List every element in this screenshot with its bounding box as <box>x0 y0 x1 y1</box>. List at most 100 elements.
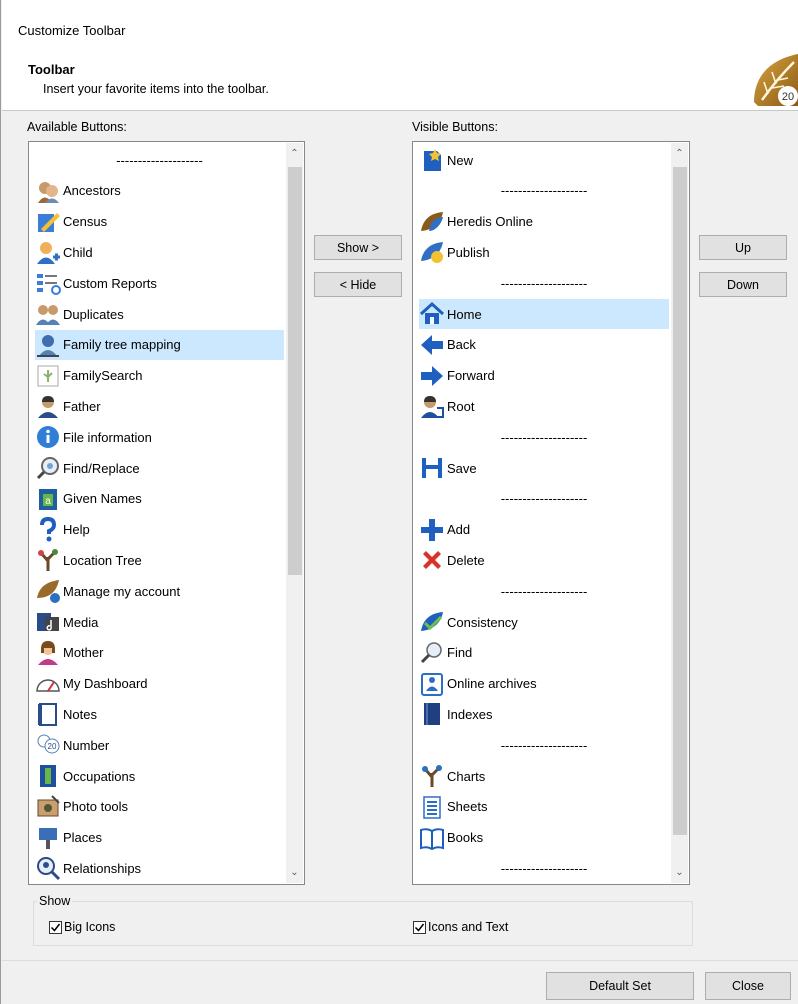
list-item[interactable]: Custom Reports <box>35 268 284 298</box>
delete-icon <box>419 547 445 573</box>
sheets-icon <box>419 794 445 820</box>
list-item[interactable]: Relationships <box>35 853 284 883</box>
list-item[interactable]: Father <box>35 391 284 421</box>
list-item[interactable]: Duplicates <box>35 299 284 329</box>
list-item[interactable]: Occupations <box>35 761 284 791</box>
window-title: Customize Toolbar <box>18 23 126 38</box>
big-icons-checkbox[interactable]: Big Icons <box>49 920 115 934</box>
list-item-label: Family tree mapping <box>63 337 181 353</box>
visible-buttons-list[interactable]: New -------------------- Heredis Online Pub… <box>412 141 690 885</box>
list-item[interactable]: Online archives <box>419 669 669 699</box>
help-icon <box>35 516 61 543</box>
list-item[interactable]: Save <box>419 453 669 483</box>
visible-scrollbar[interactable]: ⌃ ⌄ <box>671 143 688 883</box>
header-subtitle: Insert your favorite items into the tool… <box>43 82 269 96</box>
list-item[interactable]: Indexes <box>419 699 669 729</box>
list-item[interactable]: Photo tools <box>35 792 284 822</box>
list-item[interactable]: Census <box>35 207 284 237</box>
customize-toolbar-dialog: Customize Toolbar Toolbar Insert your fa… <box>0 0 798 1004</box>
close-button[interactable]: Close <box>705 972 791 1000</box>
list-item[interactable]: Root <box>419 391 669 421</box>
list-item[interactable]: New <box>419 145 669 175</box>
list-item[interactable]: Help <box>35 515 284 545</box>
list-item-label: Mother <box>63 645 104 661</box>
list-item-label: Given Names <box>63 491 142 507</box>
list-item[interactable]: Mother <box>35 638 284 668</box>
indexes-icon <box>419 701 445 727</box>
list-item[interactable]: Delete <box>419 545 669 575</box>
down-button[interactable]: Down <box>699 272 787 297</box>
list-item[interactable]: Add <box>419 515 669 545</box>
list-item-label: Delete <box>447 552 485 568</box>
list-item[interactable]: Back <box>419 330 669 360</box>
list-item[interactable]: Charts <box>419 761 669 791</box>
list-item[interactable]: Find/Replace <box>35 453 284 483</box>
list-item[interactable]: Publish <box>419 237 669 267</box>
show-button[interactable]: Show > <box>314 235 402 260</box>
add-icon <box>419 517 445 543</box>
dashboard-icon <box>35 671 61 697</box>
list-item-label: -------------------- <box>500 275 588 291</box>
separator-item[interactable]: -------------------- <box>419 576 669 606</box>
manage-account-icon <box>35 578 61 604</box>
separator-item[interactable]: -------------------- <box>419 484 669 514</box>
list-item[interactable]: Books <box>419 823 669 853</box>
mother-icon <box>35 640 61 666</box>
list-item-label: Publish <box>447 244 490 260</box>
checkbox-box[interactable] <box>413 920 426 934</box>
list-item-label: Charts <box>447 768 486 784</box>
list-item[interactable]: Media <box>35 607 284 637</box>
list-item[interactable]: 20 Number <box>35 730 284 760</box>
list-item[interactable]: My Dashboard <box>35 669 284 699</box>
icons-and-text-checkbox[interactable]: Icons and Text <box>413 920 508 934</box>
list-item-label: Indexes <box>447 706 493 722</box>
list-item[interactable]: Sheets <box>419 792 669 822</box>
list-item[interactable]: a Given Names <box>35 484 284 514</box>
scroll-thumb[interactable] <box>673 167 687 835</box>
list-item-label: Location Tree <box>63 552 142 568</box>
separator-item[interactable]: -------------------- <box>419 176 669 206</box>
list-item[interactable]: FamilySearch <box>35 361 284 391</box>
list-item[interactable]: Home <box>419 299 669 329</box>
default-set-button[interactable]: Default Set <box>546 972 694 1000</box>
separator-item[interactable]: -------------------- <box>419 853 669 883</box>
familysearch-icon <box>35 363 61 389</box>
list-item[interactable]: Consistency <box>419 607 669 637</box>
checkbox-box[interactable] <box>49 920 62 934</box>
list-item[interactable]: Notes <box>35 699 284 729</box>
hide-button[interactable]: < Hide <box>314 272 402 297</box>
list-item-label: Help <box>63 522 90 538</box>
scroll-down-arrow-icon[interactable]: ⌄ <box>286 864 303 881</box>
child-icon <box>35 239 61 265</box>
separator-item[interactable]: -------------------- <box>419 422 669 452</box>
list-item[interactable]: Places <box>35 823 284 853</box>
scroll-down-arrow-icon[interactable]: ⌄ <box>671 864 688 881</box>
available-scrollbar[interactable]: ⌃ ⌄ <box>286 143 303 883</box>
file-information-icon <box>35 424 61 450</box>
list-item[interactable]: Family tree mapping <box>35 329 284 360</box>
save-icon <box>419 455 445 481</box>
scroll-up-arrow-icon[interactable]: ⌃ <box>671 145 688 162</box>
available-buttons-label: Available Buttons: <box>27 120 127 134</box>
list-item[interactable]: Child <box>35 237 284 267</box>
list-item-label: Find <box>447 645 473 661</box>
footer-divider <box>2 960 798 961</box>
list-item[interactable]: Heredis Online <box>419 207 669 237</box>
separator-item[interactable]: -------------------- <box>419 730 669 760</box>
list-item-label: -------------------- <box>500 860 588 876</box>
separator-item[interactable]: -------------------- <box>419 268 669 298</box>
root-icon <box>419 393 445 419</box>
list-item-label: Sheets <box>447 799 488 815</box>
list-item[interactable]: Location Tree <box>35 545 284 575</box>
available-buttons-list[interactable]: -------------------- Ancestors Census Child… <box>28 141 305 885</box>
list-item[interactable]: Ancestors <box>35 176 284 206</box>
up-button[interactable]: Up <box>699 235 787 260</box>
big-icons-label: Big Icons <box>64 920 116 934</box>
list-item[interactable]: Forward <box>419 361 669 391</box>
list-item[interactable]: Manage my account <box>35 576 284 606</box>
scroll-thumb[interactable] <box>288 167 302 575</box>
list-item[interactable]: Find <box>419 638 669 668</box>
separator-item[interactable]: -------------------- <box>35 145 284 175</box>
list-item[interactable]: File information <box>35 422 284 452</box>
scroll-up-arrow-icon[interactable]: ⌃ <box>286 145 303 162</box>
